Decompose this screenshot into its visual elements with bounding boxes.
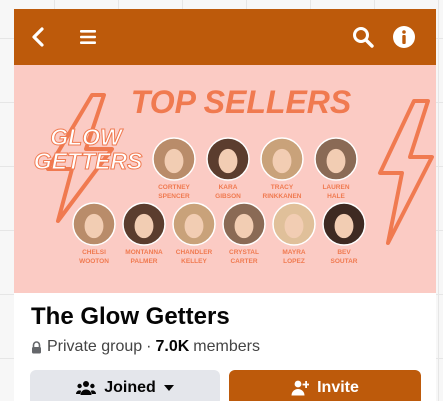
sellers-row-2: CHELSI WOOTON MONTANNA PALMER CHANDLER KELLEY… <box>72 202 366 265</box>
info-button[interactable] <box>390 23 418 51</box>
seller-name-last: PALMER <box>131 258 158 265</box>
invite-button[interactable]: Invite <box>229 370 421 401</box>
seller-name-first: BEV <box>337 249 351 256</box>
seller-face <box>272 148 292 174</box>
cover-artwork: GLOW GETTERS TOP SELLERS CORTNEY SPENCER K… <box>33 84 434 265</box>
seller-name-last: SOUTAR <box>331 258 358 265</box>
search-button[interactable] <box>349 23 377 51</box>
seller-name-last: CARTER <box>230 258 257 265</box>
seller-name-first: LAUREN <box>322 184 349 191</box>
seller-name-last: SPENCER <box>158 193 190 200</box>
seller-name-last: RINKKANEN <box>263 193 302 200</box>
seller-face <box>134 213 154 239</box>
seller-face <box>164 148 184 174</box>
member-label: members <box>193 338 260 355</box>
seller-name-first: CRYSTAL <box>229 249 259 256</box>
seller-name-last: HALE <box>327 193 345 200</box>
search-icon <box>353 27 374 48</box>
logo-line-1: GLOW <box>50 124 124 150</box>
caret-down-icon <box>163 384 174 392</box>
group-meta: Private group · 7.0K members <box>31 338 260 356</box>
logo-line-2: GETTERS <box>34 148 143 174</box>
chevron-left-icon <box>32 27 44 47</box>
seller-face <box>84 213 104 239</box>
seller-name-first: MAYRA <box>282 249 306 256</box>
invite-label: Invite <box>317 379 359 396</box>
group-name: The Glow Getters <box>31 303 230 330</box>
seller-face <box>218 148 238 174</box>
seller-name-first: MONTANNA <box>125 249 163 256</box>
seller-name-last: LOPEZ <box>283 258 305 265</box>
people-group-icon <box>76 380 97 396</box>
seller-face <box>334 213 354 239</box>
group-cover-photo[interactable]: GLOW GETTERS TOP SELLERS CORTNEY SPENCER K… <box>14 65 436 293</box>
seller-name-first: KARA <box>219 184 238 191</box>
seller-name-first: CHELSI <box>82 249 106 256</box>
seller-face <box>234 213 254 239</box>
seller-face <box>284 213 304 239</box>
seller-name-last: GIBSON <box>215 193 241 200</box>
add-person-icon <box>291 380 310 396</box>
seller-face <box>184 213 204 239</box>
group-card: GLOW GETTERS TOP SELLERS CORTNEY SPENCER K… <box>14 9 436 401</box>
privacy-label: Private group <box>47 338 143 355</box>
joined-label: Joined <box>104 379 156 396</box>
top-navigation-bar <box>14 9 436 65</box>
hamburger-menu-icon <box>80 30 96 44</box>
seller-name-first: CHANDLER <box>176 249 213 256</box>
group-actions: Joined Invite <box>30 370 422 401</box>
meta-separator: · <box>146 338 152 355</box>
seller-name-first: CORTNEY <box>158 184 190 191</box>
sellers-row-1: CORTNEY SPENCER KARA GIBSON TRACY RINKKANEN LA… <box>152 137 358 200</box>
seller-name-last: KELLEY <box>181 258 207 265</box>
lock-icon <box>31 340 42 354</box>
top-sellers-heading: TOP SELLERS <box>131 84 352 120</box>
back-button[interactable] <box>24 23 52 51</box>
info-icon <box>393 26 415 48</box>
seller-name-last: WOOTON <box>79 258 109 265</box>
joined-button[interactable]: Joined <box>30 370 220 401</box>
menu-button[interactable] <box>74 23 102 51</box>
right-lightning-bolt <box>378 99 434 245</box>
seller-face <box>326 148 346 174</box>
seller-name-first: TRACY <box>271 184 294 191</box>
member-count: 7.0K <box>155 338 190 355</box>
